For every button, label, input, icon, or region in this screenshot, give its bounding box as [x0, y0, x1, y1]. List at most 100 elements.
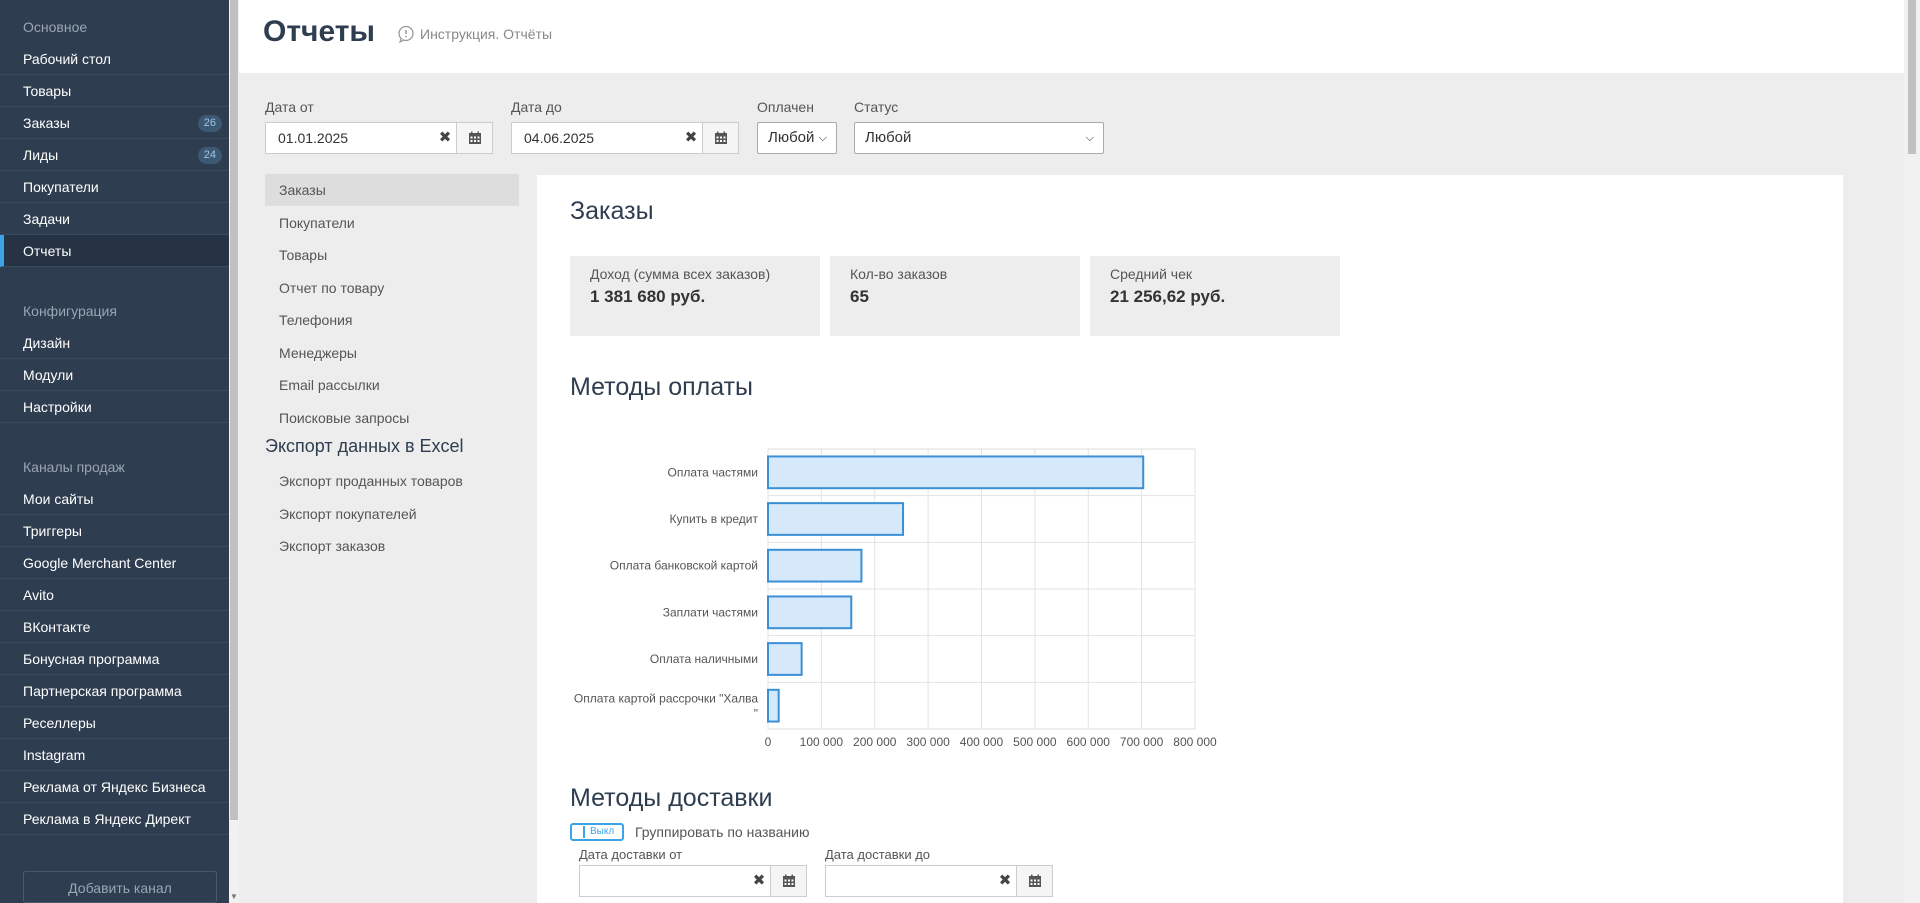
stat-card-revenue: Доход (сумма всех заказов) 1 381 680 руб…	[570, 256, 820, 336]
stat-title: Средний чек	[1110, 266, 1193, 282]
status-label: Статус	[854, 99, 899, 115]
export-link[interactable]: Экспорт заказов	[265, 530, 519, 562]
sidebar-item-label: Бонусная программа	[23, 651, 160, 667]
export-link[interactable]: Экспорт проданных товаров	[265, 465, 519, 497]
report-nav-item[interactable]: Поисковые запросы	[265, 402, 519, 434]
paid-select[interactable]: Любой ⌵	[757, 122, 837, 154]
chart-category-label: Заплати частями	[663, 605, 758, 619]
calendar-icon[interactable]	[702, 123, 738, 153]
date-from-value[interactable]: 01.01.2025	[266, 123, 434, 153]
chart-bar	[767, 595, 853, 630]
sidebar-item-label: Настройки	[23, 399, 92, 415]
sidebar-item[interactable]: Модули	[0, 359, 229, 391]
report-nav-item[interactable]: Телефония	[265, 304, 519, 336]
date-from-label: Дата от	[265, 99, 314, 115]
date-to-field[interactable]: 04.06.2025 ✖	[511, 122, 739, 154]
sidebar-item-label: Instagram	[23, 747, 86, 763]
sidebar-item[interactable]: Настройки	[0, 391, 229, 423]
sidebar-item[interactable]: ВКонтакте	[0, 611, 229, 643]
sidebar-item[interactable]: Отчеты	[0, 235, 229, 267]
sidebar-section-title: Конфигурация	[23, 303, 117, 319]
sidebar-item-label: Рабочий стол	[23, 51, 111, 67]
clear-date-from-icon[interactable]: ✖	[434, 123, 456, 153]
stat-value: 1 381 680 руб.	[590, 287, 706, 306]
sidebar-item[interactable]: Триггеры	[0, 515, 229, 547]
page-title: Отчеты	[263, 15, 376, 48]
date-from-field[interactable]: 01.01.2025 ✖	[265, 122, 493, 154]
panel-title: Заказы	[570, 197, 654, 225]
report-nav-item[interactable]: Заказы	[265, 174, 519, 206]
status-select[interactable]: Любой ⌵	[854, 122, 1104, 154]
main-scrollbar[interactable]	[1904, 0, 1920, 903]
sidebar-item-label: Триггеры	[23, 523, 82, 539]
sidebar-item[interactable]: Реселлеры	[0, 707, 229, 739]
report-nav-item[interactable]: Товары	[265, 239, 519, 271]
sidebar-item[interactable]: Заказы 26	[0, 107, 229, 139]
chart-category-label: Оплата наличными	[650, 652, 758, 666]
sidebar-item[interactable]: Лиды 24	[0, 139, 229, 171]
sidebar-item-label: Google Merchant Center	[23, 555, 177, 571]
calendar-icon[interactable]	[770, 866, 806, 896]
sidebar-item[interactable]: Реклама от Яндекс Бизнеса	[0, 771, 229, 803]
chart-bar	[767, 455, 1145, 490]
delivery-date-from-value[interactable]	[580, 866, 748, 896]
report-nav-item[interactable]: Покупатели	[265, 207, 519, 239]
sidebar-item-label: Задачи	[23, 211, 71, 227]
sidebar-item-label: ВКонтакте	[23, 619, 91, 635]
sidebar-item-label: Avito	[23, 587, 54, 603]
sidebar-item[interactable]: Реклама в Яндекс Директ	[0, 803, 229, 835]
paid-select-value: Любой	[768, 129, 815, 146]
sidebar-scrollbar[interactable]: ▼	[229, 0, 239, 903]
date-to-label: Дата до	[511, 99, 562, 115]
paid-label: Оплачен	[757, 99, 814, 115]
date-to-value[interactable]: 04.06.2025	[512, 123, 680, 153]
help-link[interactable]: Инструкция. Отчёты	[397, 25, 552, 43]
delivery-date-to-field[interactable]: ✖	[825, 865, 1053, 897]
sidebar-item[interactable]: Покупатели	[0, 171, 229, 203]
delivery-date-to-label: Дата доставки до	[825, 847, 931, 862]
delivery-date-from-field[interactable]: ✖	[579, 865, 807, 897]
sidebar-item-label: Заказы	[23, 115, 70, 131]
chart-x-tick-label: 100 000	[800, 735, 844, 749]
sidebar-item[interactable]: Мои сайты	[0, 483, 229, 515]
page-header: Отчеты Инструкция. Отчёты	[239, 0, 1904, 73]
sidebar-item[interactable]: Рабочий стол	[0, 43, 229, 75]
toggle-state-label: Выкл	[590, 826, 615, 837]
group-by-name-toggle[interactable]: Выкл	[570, 823, 624, 841]
sidebar-item-label: Покупатели	[23, 179, 99, 195]
report-panel: Заказы Доход (сумма всех заказов) 1 381 …	[537, 175, 1843, 903]
calendar-icon[interactable]	[456, 123, 492, 153]
delivery-date-to-value[interactable]	[826, 866, 994, 896]
clear-date-to-icon[interactable]: ✖	[680, 123, 702, 153]
sidebar-item[interactable]: Instagram	[0, 739, 229, 771]
sidebar-scrollbar-thumb[interactable]	[230, 0, 238, 820]
report-nav-item[interactable]: Email рассылки	[265, 369, 519, 401]
clear-delivery-date-from-icon[interactable]: ✖	[748, 866, 770, 896]
sidebar-item[interactable]: Задачи	[0, 203, 229, 235]
stat-title: Кол-во заказов	[850, 266, 948, 282]
main-scrollbar-thumb[interactable]	[1908, 0, 1916, 154]
payment-methods-chart: Оплата частями Купить в кредит Оплата банк…	[574, 448, 1217, 749]
sidebar-item[interactable]: Дизайн	[0, 327, 229, 359]
calendar-icon[interactable]	[1016, 866, 1052, 896]
sidebar-item-label: Лиды	[23, 147, 59, 163]
sidebar-item[interactable]: Google Merchant Center	[0, 547, 229, 579]
chart-x-tick-label: 0	[765, 735, 772, 749]
sidebar-item[interactable]: Партнерская программа	[0, 675, 229, 707]
report-nav-item[interactable]: Менеджеры	[265, 337, 519, 369]
sidebar-item[interactable]: Бонусная программа	[0, 643, 229, 675]
scroll-down-arrow-icon[interactable]: ▼	[230, 892, 238, 901]
export-link[interactable]: Экспорт покупателей	[265, 498, 519, 530]
report-nav-item[interactable]: Отчет по товару	[265, 272, 519, 304]
status-select-value: Любой	[865, 129, 912, 146]
add-channel-button[interactable]: Добавить канал	[23, 871, 217, 903]
export-title: Экспорт данных в Excel	[265, 436, 464, 456]
chart-x-tick-label: 800 000	[1173, 735, 1217, 749]
stat-title: Доход (сумма всех заказов)	[590, 266, 771, 282]
sidebar-item[interactable]: Avito	[0, 579, 229, 611]
chart-x-tick-label: 200 000	[853, 735, 897, 749]
clear-delivery-date-to-icon[interactable]: ✖	[994, 866, 1016, 896]
chart-x-tick-label: 500 000	[1013, 735, 1057, 749]
sidebar-item[interactable]: Товары	[0, 75, 229, 107]
